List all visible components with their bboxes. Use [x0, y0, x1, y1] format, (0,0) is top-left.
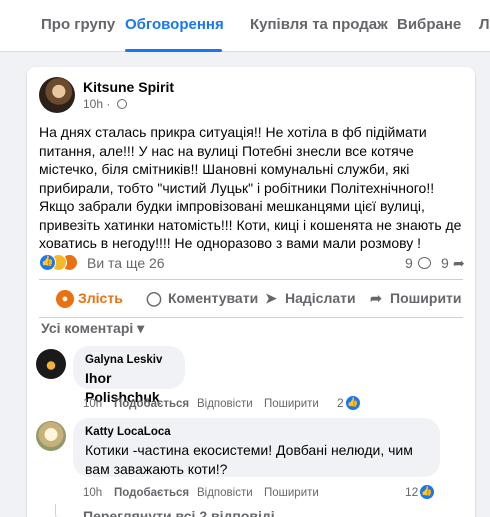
comment-reply-button[interactable]: Відповісти — [197, 486, 253, 500]
sort-label: Усі коментарі — [41, 320, 134, 336]
active-tab-indicator — [125, 49, 222, 52]
comment-like-button[interactable]: Подобається — [114, 397, 189, 411]
comment-likes: 12 — [405, 485, 419, 499]
send-icon: ➤ — [265, 290, 277, 306]
tab-featured[interactable]: Вибране — [397, 0, 461, 52]
shares-count[interactable]: 9 — [441, 255, 449, 271]
comment-sort-dropdown[interactable]: Усі коментарі ▾ — [41, 320, 144, 337]
thumbs-up-icon: 👍 — [345, 395, 361, 411]
commenter-avatar[interactable] — [36, 421, 66, 451]
comment-label: Коментувати — [168, 290, 259, 306]
tab-discussion[interactable]: Обговорення — [125, 0, 224, 52]
share-arrow-icon: ➦ — [453, 255, 465, 271]
share-button[interactable]: ➦ Поширити — [366, 285, 462, 311]
angry-face-icon: ● — [56, 290, 74, 309]
send-label: Надіслати — [285, 290, 356, 306]
post-body: На днях сталась прикра ситуація!! Не хот… — [39, 124, 462, 251]
comment-reply-button[interactable]: Відповісти — [197, 397, 253, 411]
reaction-button[interactable]: ● Злість — [56, 285, 123, 311]
divider — [39, 279, 463, 280]
group-tabs: Про групу Обговорення Купівля та продаж … — [0, 0, 490, 52]
comment-text: Котики -частина екосистеми! Довбані нелю… — [85, 442, 413, 477]
reactions-text: Ви та ще 26 — [87, 255, 165, 271]
comment-bubble-icon — [418, 257, 431, 269]
comment-share-button[interactable]: Поширити — [264, 486, 319, 500]
comment-author[interactable]: Katty LocaLoca — [85, 425, 428, 439]
comment-actions: 10h Подобається Відповісти Поширити — [27, 397, 475, 411]
post-author[interactable]: Kitsune Spirit — [83, 79, 174, 95]
author-avatar[interactable] — [39, 77, 75, 113]
comment-like-count[interactable]: 2 👍 — [333, 395, 373, 411]
comment-button[interactable]: ◯ Коментувати — [144, 285, 258, 311]
commenter-avatar[interactable] — [36, 349, 66, 379]
share-icon: ➦ — [370, 290, 382, 306]
post-card: Kitsune Spirit 10h · На днях сталась при… — [27, 67, 475, 517]
view-replies-link[interactable]: Переглянути всі 2 відповіді — [83, 508, 275, 517]
caret-down-icon: ▾ — [137, 320, 145, 336]
comment-bubble: Katty LocaLoca Котики -частина екосистем… — [73, 418, 440, 477]
comment-author[interactable]: Galyna Leskiv — [85, 353, 173, 367]
comment-bubble: Galyna Leskiv Ihor Polishchuk — [73, 346, 185, 405]
comment-time[interactable]: 10h — [83, 397, 102, 411]
comment-icon: ◯ — [146, 290, 162, 306]
comment-likes: 2 — [337, 396, 344, 410]
comment-time[interactable]: 10h — [83, 486, 102, 500]
tab-about[interactable]: Про групу — [41, 0, 115, 52]
send-button[interactable]: ➤ Надіслати — [261, 285, 356, 311]
divider — [39, 317, 463, 318]
comment-like-count[interactable]: 12 👍 — [402, 484, 442, 500]
tab-more[interactable]: Л — [479, 0, 490, 52]
post-meta: 10h · — [83, 97, 127, 111]
comment-share-button[interactable]: Поширити — [264, 397, 319, 411]
reaction-label: Злість — [78, 290, 123, 306]
share-label: Поширити — [390, 290, 462, 306]
thumbs-up-icon: 👍 — [39, 254, 56, 271]
comments-count[interactable]: 9 — [405, 255, 413, 271]
post-time[interactable]: 10h — [83, 97, 103, 111]
tab-buy-sell[interactable]: Купівля та продаж — [250, 0, 388, 52]
globe-icon — [116, 99, 127, 109]
reply-thread-line-icon — [55, 504, 73, 517]
comment-like-button[interactable]: Подобається — [114, 486, 189, 500]
thumbs-up-icon: 👍 — [419, 484, 435, 500]
